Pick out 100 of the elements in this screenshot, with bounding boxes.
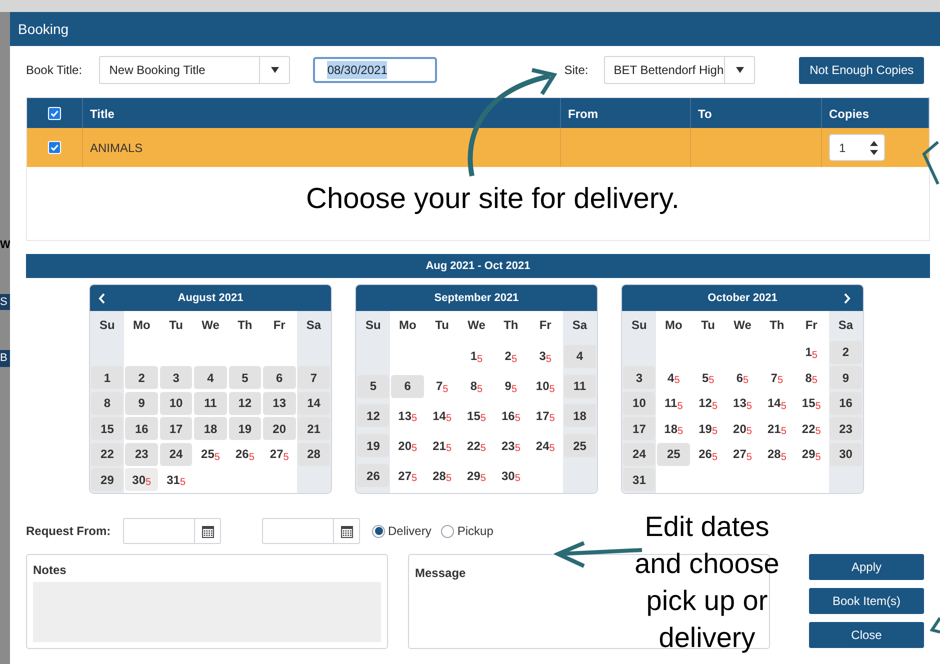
day-cell[interactable]: 4 <box>564 344 596 368</box>
day-cell[interactable]: 9 <box>830 366 862 390</box>
annotation-text: Edit dates and choose pick up or delivery <box>634 510 780 655</box>
day-cell[interactable]: 21 <box>298 417 330 440</box>
day-cell[interactable]: 26 <box>357 464 390 488</box>
day-cell[interactable]: 6 <box>391 374 424 398</box>
day-cell[interactable]: 5 <box>228 366 262 390</box>
day-cell[interactable]: 17 <box>160 417 192 440</box>
radio-button[interactable] <box>372 524 385 538</box>
site-select[interactable]: BET Bettendorf High <box>604 56 756 84</box>
weekday-label: Su <box>632 317 647 334</box>
day-cell[interactable]: 10 <box>623 392 656 415</box>
chevron-left-icon[interactable] <box>98 292 106 304</box>
day-cell[interactable]: 19 <box>357 434 390 458</box>
weekday-label: Th <box>770 317 784 334</box>
not-enough-copies-button[interactable]: Not Enough Copies <box>799 56 924 84</box>
day-cell[interactable]: 23 <box>125 442 158 466</box>
day-cell[interactable]: 15 <box>91 417 124 440</box>
day-cell[interactable]: 10 <box>160 392 192 415</box>
copies-spinner[interactable]: 1 <box>829 134 885 161</box>
action-button[interactable]: Apply <box>809 554 924 580</box>
checkbox[interactable] <box>48 107 61 120</box>
day-cell[interactable]: 28 <box>298 442 330 466</box>
action-button[interactable]: Book Item(s) <box>809 588 924 614</box>
date-from-field[interactable] <box>123 518 221 544</box>
weekday-label: We <box>468 317 486 334</box>
weekday-label: Fr <box>805 317 818 334</box>
day-cell[interactable]: 22 <box>91 442 124 466</box>
day-cell[interactable]: 30 <box>830 442 862 466</box>
radio-option[interactable]: Delivery <box>372 522 432 540</box>
background-fragment: S <box>0 294 10 310</box>
day-cell[interactable]: 3 <box>623 366 656 390</box>
day-cell[interactable]: 25 <box>657 442 690 466</box>
day-cell[interactable]: 13 <box>263 392 296 415</box>
day-cell[interactable]: 20 <box>263 417 296 440</box>
book-title-select[interactable]: New Booking Title <box>99 56 290 84</box>
day-cell[interactable]: 12 <box>228 392 262 415</box>
day-cell[interactable]: 18 <box>194 417 227 440</box>
action-button[interactable]: Close <box>809 622 924 648</box>
day-cell[interactable]: 11 <box>194 392 227 415</box>
weekday-label: Fr <box>539 317 552 334</box>
column-header: From <box>568 106 598 123</box>
table-row[interactable]: ANIMALS 1 <box>27 128 929 167</box>
weekday-label: Mo <box>398 317 416 334</box>
day-cell[interactable]: 14 <box>298 392 330 415</box>
weekday-label: We <box>734 317 752 334</box>
radio-option[interactable]: Pickup <box>441 522 494 540</box>
day-cell[interactable]: 6 <box>263 366 296 390</box>
date-to-field[interactable] <box>262 518 360 544</box>
day-cell[interactable]: 19 <box>228 417 262 440</box>
weekday-label: Sa <box>838 317 854 334</box>
chevron-right-icon[interactable] <box>842 292 851 304</box>
day-cell[interactable]: 2 <box>830 340 862 364</box>
weekday-label: Fr <box>273 317 286 334</box>
day-cell[interactable]: 3 <box>160 366 192 390</box>
column-header: To <box>698 106 712 123</box>
date-field[interactable]: 08/30/2021 <box>313 57 438 83</box>
day-cell[interactable]: 7 <box>298 366 330 390</box>
day-cell[interactable]: 8 <box>91 392 124 415</box>
calendar-icon[interactable] <box>340 524 352 538</box>
day-cell[interactable]: 23 <box>830 417 862 440</box>
weekday-label: Sa <box>306 317 322 334</box>
month-title: September 2021 <box>434 290 519 306</box>
field-label: Site: <box>564 62 590 79</box>
column-header: Copies <box>829 106 870 123</box>
radio-button[interactable] <box>441 524 454 538</box>
panel-label: Message <box>415 566 466 580</box>
weekday-label: Sa <box>572 317 588 334</box>
day-cell[interactable]: 5 <box>357 374 390 398</box>
day-cell[interactable]: 11 <box>564 374 596 398</box>
background-fragment: W <box>0 238 10 253</box>
day-cell[interactable]: 16 <box>830 392 862 415</box>
day-cell[interactable]: 16 <box>125 417 158 440</box>
day-cell[interactable]: 31 <box>623 468 656 492</box>
spinner-arrows-icon[interactable] <box>870 140 878 154</box>
checkbox[interactable] <box>48 141 61 154</box>
day-cell[interactable]: 18 <box>564 404 596 428</box>
calendar-icon[interactable] <box>202 524 214 538</box>
day-cell[interactable]: 25 <box>564 434 596 458</box>
weekday-label: Tu <box>169 317 183 334</box>
day-cell[interactable]: 29 <box>91 468 124 492</box>
weekday-label: Tu <box>701 317 715 334</box>
day-cell[interactable]: 4 <box>194 366 227 390</box>
column-header: Title <box>90 106 114 123</box>
table-cell-text: ANIMALS <box>90 140 143 156</box>
day-cell[interactable]: 12 <box>357 404 390 428</box>
weekday-label: Th <box>504 317 518 334</box>
background-fragment: B <box>0 350 10 366</box>
caret-icon <box>736 67 744 73</box>
month-title: August 2021 <box>178 290 244 306</box>
weekday-label: Mo <box>664 317 682 334</box>
day-cell[interactable]: 17 <box>623 417 656 440</box>
day-cell[interactable]: 24 <box>623 442 656 466</box>
day-cell[interactable]: 1 <box>91 366 124 390</box>
annotation-text: Choose your site for delivery. <box>306 182 680 217</box>
day-cell[interactable]: 24 <box>160 442 192 466</box>
day-cell[interactable]: 9 <box>125 392 158 415</box>
field-label: Request From: <box>26 523 112 540</box>
caret-icon <box>270 67 279 73</box>
day-cell[interactable]: 2 <box>125 366 158 390</box>
